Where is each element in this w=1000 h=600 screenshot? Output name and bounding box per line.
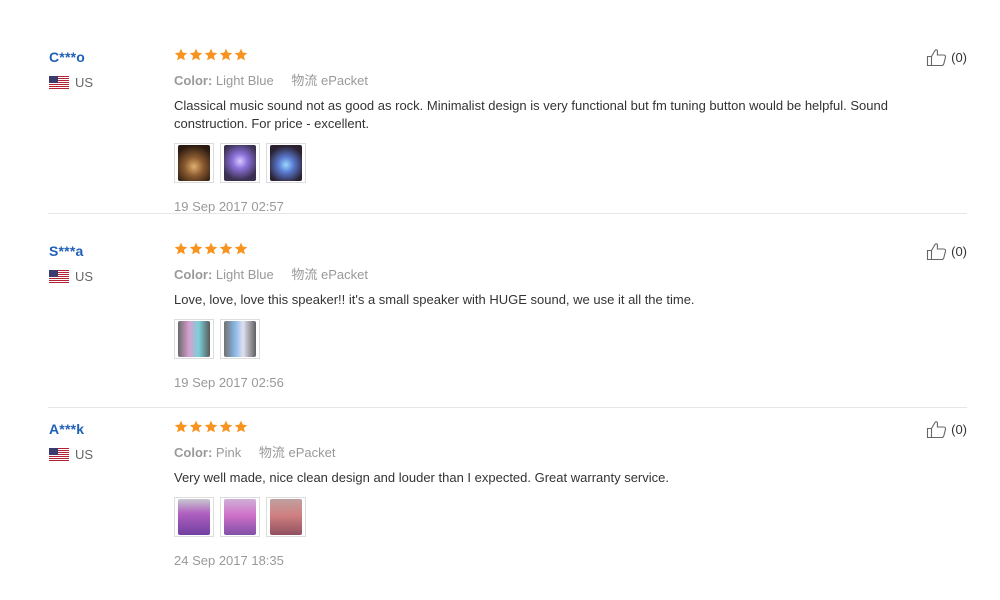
country-code: US <box>75 269 94 284</box>
shipping-value: ePacket <box>321 267 368 282</box>
review-photo-thumbnail[interactable] <box>266 497 306 537</box>
helpful-button[interactable]: (0) <box>926 47 967 67</box>
review-photo-thumbnail[interactable] <box>174 143 214 183</box>
color-label: Color: <box>174 267 213 282</box>
star-icon <box>189 48 203 61</box>
review-meta: Color: Light Blue 物流 ePacket <box>174 70 934 89</box>
helpful-count: (0) <box>951 243 967 259</box>
us-flag-icon <box>49 448 69 461</box>
helpful-count: (0) <box>951 421 967 437</box>
review-meta: Color: Light Blue 物流 ePacket <box>174 264 934 283</box>
color-label: Color: <box>174 445 213 460</box>
reviewer-country: US <box>49 75 159 90</box>
review-photo-thumbnail[interactable] <box>220 143 260 183</box>
review-photo-thumbnail[interactable] <box>174 319 214 359</box>
color-value: Pink <box>215 445 242 460</box>
reviewer-info: A***k US <box>49 421 159 462</box>
color-value: Light Blue <box>215 73 274 88</box>
review-photo-thumbnail[interactable] <box>220 497 260 537</box>
reviewer-name[interactable]: C***o <box>49 49 159 65</box>
review-meta: Color: Pink 物流 ePacket <box>174 442 934 461</box>
review-divider <box>48 407 967 408</box>
review-text: Classical music sound not as good as roc… <box>174 98 888 131</box>
review-item: A***k US Color: Pink 物流 ePacket Very wel… <box>0 409 1000 586</box>
review-divider <box>48 213 967 214</box>
shipping-label: 物流 <box>258 445 285 460</box>
reviewer-info: C***o US <box>49 49 159 90</box>
star-icon <box>234 242 248 255</box>
shipping-value: ePacket <box>321 73 368 88</box>
shipping-value: ePacket <box>288 445 336 460</box>
helpful-count: (0) <box>951 49 967 65</box>
reviewer-name[interactable]: S***a <box>49 243 159 259</box>
review-body: Color: Light Blue 物流 ePacket Classical m… <box>174 48 934 214</box>
review-photo-thumbnail[interactable] <box>174 497 214 537</box>
star-rating <box>174 420 934 436</box>
shipping-label: 物流 <box>291 267 318 282</box>
review-date: 19 Sep 2017 02:56 <box>174 375 284 390</box>
star-icon <box>204 420 218 433</box>
star-icon <box>204 242 218 255</box>
star-icon <box>204 48 218 61</box>
reviewer-name[interactable]: A***k <box>49 421 159 437</box>
star-icon <box>219 48 233 61</box>
review-photo-thumbnail[interactable] <box>266 143 306 183</box>
review-list: C***o US Color: Light Blue 物流 ePacket Cl… <box>0 0 1000 600</box>
star-rating <box>174 242 934 258</box>
star-rating <box>174 48 934 64</box>
helpful-button[interactable]: (0) <box>926 419 967 439</box>
review-body: Color: Light Blue 物流 ePacket Love, love,… <box>174 242 934 390</box>
star-icon <box>189 420 203 433</box>
review-date: 19 Sep 2017 02:57 <box>174 199 284 214</box>
review-photos <box>174 143 934 183</box>
reviewer-country: US <box>49 447 159 462</box>
thumbs-up-icon <box>927 49 947 67</box>
country-code: US <box>75 447 94 462</box>
review-photo-thumbnail[interactable] <box>220 319 260 359</box>
thumbs-up-icon <box>927 243 947 261</box>
reviewer-info: S***a US <box>49 243 159 284</box>
color-value: Light Blue <box>215 267 274 282</box>
color-label: Color: <box>174 73 213 88</box>
us-flag-icon <box>49 76 69 89</box>
star-icon <box>189 242 203 255</box>
star-icon <box>219 420 233 433</box>
reviewer-country: US <box>49 269 159 284</box>
star-icon <box>174 420 188 433</box>
us-flag-icon <box>49 270 69 283</box>
star-icon <box>234 48 248 61</box>
review-photos <box>174 319 934 359</box>
shipping-label: 物流 <box>291 73 318 88</box>
review-text: Very well made, nice clean design and lo… <box>174 470 669 485</box>
review-photos <box>174 497 934 537</box>
star-icon <box>219 242 233 255</box>
star-icon <box>174 242 188 255</box>
country-code: US <box>75 75 94 90</box>
review-item: S***a US Color: Light Blue 物流 ePacket Lo… <box>0 231 1000 408</box>
star-icon <box>174 48 188 61</box>
thumbs-up-icon <box>927 421 947 439</box>
star-icon <box>234 420 248 433</box>
review-text: Love, love, love this speaker!! it's a s… <box>174 292 695 307</box>
review-body: Color: Pink 物流 ePacket Very well made, n… <box>174 420 934 568</box>
review-date: 24 Sep 2017 18:35 <box>174 553 284 568</box>
review-item: C***o US Color: Light Blue 物流 ePacket Cl… <box>0 37 1000 214</box>
helpful-button[interactable]: (0) <box>926 241 967 261</box>
